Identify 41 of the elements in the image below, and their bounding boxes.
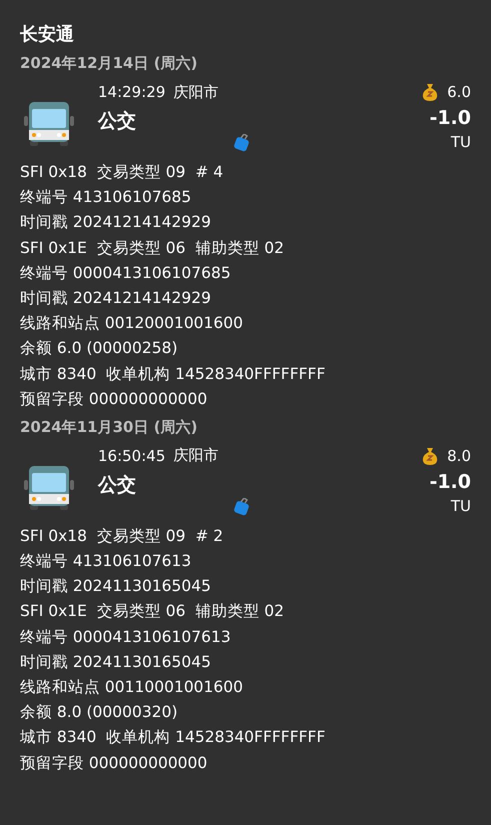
detail-line: 终端号 0000413106107685 xyxy=(20,262,232,284)
detail-line: 时间戳 20241130165045 xyxy=(20,576,212,598)
detail-line: 时间戳 20241214142929 xyxy=(20,288,212,309)
transaction-type: 公交 xyxy=(98,472,137,498)
detail-line: 终端号 0000413106107613 xyxy=(20,626,232,648)
detail-line: 城市 8340 收单机构 14528340FFFFFFFF xyxy=(20,364,326,384)
detail-line: 时间戳 20241130165045 xyxy=(20,652,212,673)
amount-value: -1.0 xyxy=(429,107,471,129)
detail-line: 预留字段 000000000000 xyxy=(20,388,208,410)
city-name: 庆阳市 xyxy=(173,82,218,102)
detail-line: SFI 0x1E 交易类型 06 辅助类型 02 xyxy=(20,238,285,259)
detail-line: SFI 0x1E 交易类型 06 辅助类型 02 xyxy=(20,601,285,622)
detail-line: 余额 8.0 (00000320) xyxy=(20,702,178,724)
detail-line: 终端号 413106107613 xyxy=(20,551,192,572)
balance-value: 6.0 xyxy=(447,83,471,101)
suitcase-icon xyxy=(234,498,250,516)
detail-line: 终端号 413106107685 xyxy=(20,187,192,208)
date-header: 2024年12月14日 (周六) xyxy=(20,54,198,74)
transaction-time: 14:29:29 xyxy=(98,83,166,101)
amount-value: -1.0 xyxy=(429,470,471,493)
detail-line: 时间戳 20241214142929 xyxy=(20,212,212,234)
city-name: 庆阳市 xyxy=(173,446,218,466)
detail-line: 预留字段 000000000000 xyxy=(20,752,208,774)
detail-line: SFI 0x18 交易类型 09 # 4 xyxy=(20,162,224,183)
detail-line: 线路和站点 00120001001600 xyxy=(20,313,244,334)
bus-icon xyxy=(24,464,74,510)
detail-line: 线路和站点 00110001001600 xyxy=(20,677,244,698)
date-header: 2024年11月30日 (周六) xyxy=(20,418,198,438)
unit-label: TU xyxy=(450,496,471,515)
bus-icon xyxy=(24,100,74,146)
detail-line: SFI 0x18 交易类型 09 # 2 xyxy=(20,526,224,547)
detail-line: 城市 8340 收单机构 14528340FFFFFFFF xyxy=(20,727,326,748)
transaction-type: 公交 xyxy=(98,109,137,134)
suitcase-icon xyxy=(234,134,250,152)
transaction-time: 16:50:45 xyxy=(98,446,166,465)
unit-label: TU xyxy=(450,133,471,151)
app-title: 长安通 xyxy=(20,23,75,47)
money-bag-icon xyxy=(421,83,440,101)
money-bag-icon xyxy=(421,446,440,465)
balance-value: 8.0 xyxy=(447,446,471,465)
detail-line: 余额 6.0 (00000258) xyxy=(20,338,178,360)
